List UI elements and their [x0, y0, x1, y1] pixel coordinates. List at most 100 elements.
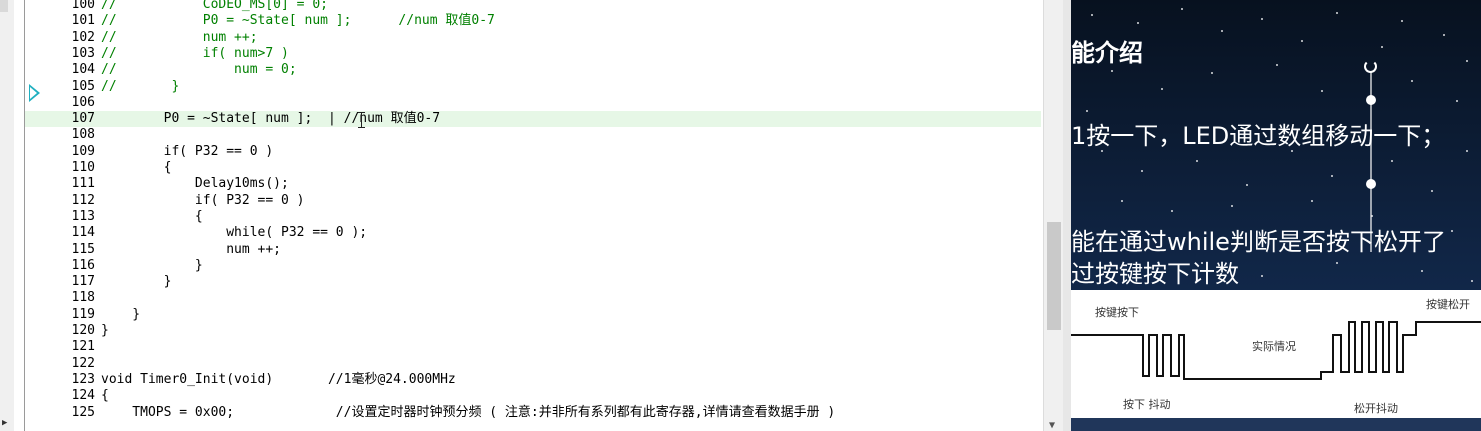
code-text: if( P32 == 0 ) — [101, 143, 274, 159]
code-text: { — [101, 160, 172, 175]
timeline-dot-1 — [1366, 95, 1376, 105]
star-decoration — [1401, 20, 1403, 22]
code-line[interactable]: 110 { — [25, 160, 1041, 176]
star-decoration — [1311, 200, 1313, 202]
line-number: 122 — [71, 355, 95, 371]
code-line[interactable]: 105// } — [25, 79, 1041, 95]
code-line[interactable]: 119 } — [25, 307, 1041, 323]
label-actual-situation: 实际情况 — [1252, 340, 1296, 353]
star-decoration — [1391, 160, 1393, 162]
scroll-down-arrow-icon[interactable]: ▼ — [1049, 420, 1055, 431]
star-decoration — [1321, 90, 1323, 92]
code-line[interactable]: 116 } — [25, 258, 1041, 274]
scroll-left-arrow-icon[interactable]: ▶ — [2, 419, 7, 428]
code-text: Delay10ms(); — [101, 176, 289, 192]
code-line[interactable]: 115 num ++; — [25, 242, 1041, 258]
code-line[interactable]: 108 — [25, 127, 1041, 143]
star-decoration — [1111, 70, 1113, 72]
code-text: TMOPS = 0x00; //设置定时器时钟预分频 ( 注意:并非所有系列都有… — [101, 404, 836, 420]
slide-bullet-2-line-2: 过按键按下计数 — [1071, 260, 1239, 288]
line-number: 117 — [71, 274, 95, 290]
code-line[interactable]: 124 { — [25, 388, 1041, 404]
star-decoration — [1336, 262, 1338, 264]
line-number: 102 — [71, 29, 95, 45]
star-decoration — [1171, 210, 1173, 212]
code-line[interactable]: 123 void Timer0_Init(void) //1毫秒@24.000MH… — [25, 372, 1041, 388]
code-line[interactable]: 118 — [25, 290, 1041, 306]
star-decoration — [1161, 88, 1163, 90]
line-number: 119 — [71, 306, 95, 322]
breakpoint-gutter[interactable] — [14, 0, 25, 431]
code-line[interactable]: 112 if( P32 == 0 ) — [25, 193, 1041, 209]
star-decoration — [1276, 64, 1278, 66]
slide-bullet-1: 1按一下，LED通过数组移动一下； — [1071, 122, 1446, 150]
star-decoration — [1421, 270, 1423, 272]
left-panel-strip: ▶ — [0, 0, 15, 431]
code-line[interactable]: 106 — [25, 95, 1041, 111]
code-text: // } — [101, 78, 180, 94]
code-line[interactable]: 122 — [25, 356, 1041, 372]
code-line[interactable]: 120} — [25, 323, 1041, 339]
code-text: } — [101, 323, 109, 338]
code-line[interactable]: 117 } — [25, 274, 1041, 290]
star-decoration — [1196, 160, 1198, 162]
line-number: 121 — [71, 339, 95, 355]
code-line[interactable]: 101 // P0 = ~State[ num ]; //num 取值0-7 — [25, 13, 1041, 29]
code-line[interactable]: 121 — [25, 339, 1041, 355]
lecture-slide: 能介绍 1按一下，LED通过数组移动一下； 能在通过while判断是否按下松开了… — [1071, 0, 1481, 431]
editor-vertical-scrollbar[interactable]: ▼ — [1043, 0, 1064, 431]
line-number: 114 — [71, 225, 95, 241]
line-number: 109 — [71, 143, 95, 159]
star-decoration — [1121, 200, 1123, 202]
timeline-dot-2 — [1366, 179, 1376, 189]
code-line[interactable]: 100 // CoDEO_MS[0] = 0; — [25, 0, 1041, 13]
star-decoration — [1246, 184, 1248, 186]
slide-title: 能介绍 — [1071, 39, 1143, 67]
star-decoration — [1141, 170, 1143, 172]
star-decoration — [1443, 34, 1445, 36]
star-decoration — [1086, 110, 1088, 112]
code-text: // num = 0; — [101, 62, 297, 78]
code-text: void Timer0_Init(void) //1毫秒@24.000MHz — [101, 371, 456, 387]
line-number: 107 — [71, 111, 95, 127]
code-text: { — [101, 388, 109, 404]
star-decoration — [1137, 22, 1139, 24]
code-line[interactable]: 103 // if( num>7 ) — [25, 46, 1041, 62]
line-number: 103 — [71, 45, 95, 61]
line-number: 118 — [71, 290, 95, 306]
text-cursor-icon — [358, 112, 369, 128]
star-decoration — [1091, 14, 1093, 16]
line-number: 101 — [71, 13, 95, 29]
line-number: 104 — [71, 62, 95, 78]
label-release-bounce: 松开抖动 — [1354, 402, 1398, 415]
code-text: // if( num>7 ) — [101, 45, 289, 61]
label-key-release: 按键松开 — [1426, 298, 1470, 311]
code-text: // CoDEO_MS[0] = 0; — [101, 0, 328, 12]
code-line[interactable]: 114 while( P32 == 0 ); — [25, 225, 1041, 241]
code-line[interactable]: 109 if( P32 == 0 ) — [25, 144, 1041, 160]
star-decoration — [1221, 30, 1223, 32]
code-line[interactable]: 113 { — [25, 209, 1041, 225]
code-text: { — [101, 208, 203, 224]
code-line[interactable]: 107 P0 = ~State[ num ]; | //num 取值0-7 — [25, 111, 1041, 128]
star-decoration — [1471, 280, 1473, 282]
star-decoration — [1181, 8, 1183, 10]
line-number: 116 — [71, 257, 95, 273]
line-number: 123 — [71, 371, 95, 387]
star-decoration — [1261, 275, 1263, 277]
line-number: 111 — [71, 176, 95, 192]
scrollbar-thumb[interactable] — [1047, 222, 1061, 330]
execution-marker-icon — [29, 84, 40, 102]
line-number: 113 — [71, 208, 95, 224]
star-decoration — [1301, 40, 1303, 42]
code-line[interactable]: 111 Delay10ms(); — [25, 176, 1041, 192]
code-line[interactable]: 104 // num = 0; — [25, 62, 1041, 78]
star-decoration — [1336, 12, 1338, 14]
slide-bottom-bar — [1071, 418, 1481, 431]
code-text: } — [101, 257, 203, 273]
code-line[interactable]: 102 // num ++; — [25, 30, 1041, 46]
code-line[interactable]: 125 TMOPS = 0x00; //设置定时器时钟预分频 ( 注意:并非所有… — [25, 405, 1041, 421]
code-editor[interactable]: 100 // CoDEO_MS[0] = 0; 101 // P0 = ~State[… — [25, 0, 1041, 431]
star-decoration — [1411, 80, 1413, 82]
code-text: // P0 = ~State[ num ]; //num 取值0-7 — [101, 13, 495, 29]
